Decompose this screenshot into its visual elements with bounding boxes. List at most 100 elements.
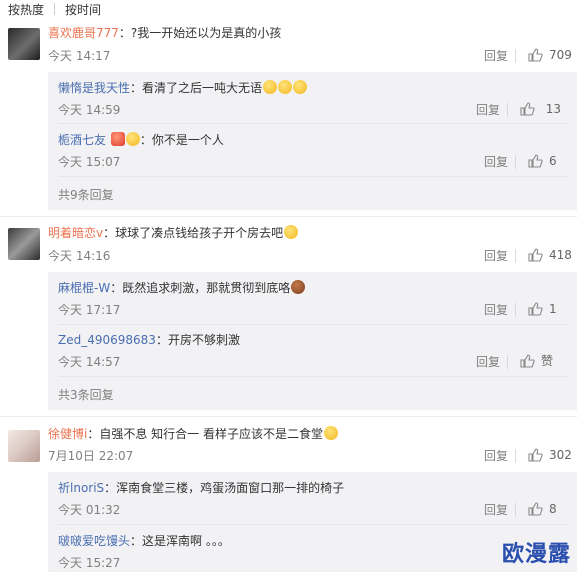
avatar[interactable] <box>8 28 40 60</box>
reply-body: 祈lnoriS：浑南食堂三楼，鸡蛋汤面窗口那一排的椅子 <box>58 480 344 496</box>
thumbs-up-icon <box>528 248 543 262</box>
comment-separator <box>0 216 577 217</box>
reply-button[interactable]: 回复 <box>484 248 508 264</box>
comment-username[interactable]: 明着暗恋v <box>48 226 103 240</box>
thumbs-up-icon <box>528 48 543 62</box>
reply-username[interactable]: 懒惰是我天性 <box>58 81 130 95</box>
avatar[interactable] <box>8 228 40 260</box>
reply-body: Zed_490698683：开房不够刺激 <box>58 332 240 348</box>
like-count: 13 <box>545 102 561 116</box>
reply-text: ：既然追求刺激，那就贯彻到底咯 <box>110 281 291 295</box>
sort-bar: 按热度 按时间 <box>0 0 577 18</box>
reply-button[interactable]: 回复 <box>476 102 500 118</box>
thumbs-up-icon <box>528 448 543 462</box>
reply-time: 今天 01:32 <box>58 503 121 517</box>
like-count: 709 <box>549 48 572 62</box>
reply-divider <box>58 524 569 525</box>
reply-button[interactable]: 回复 <box>484 302 508 318</box>
like-button[interactable]: 赞 <box>519 353 553 369</box>
reply-divider <box>58 123 569 124</box>
thumbs-up-icon <box>520 354 535 368</box>
like-count: 418 <box>549 248 572 262</box>
emoji-icon <box>284 225 299 239</box>
reply-divider <box>58 176 569 177</box>
like-count: 1 <box>549 302 557 316</box>
more-replies-link[interactable]: 共9条回复 <box>58 187 114 203</box>
reply-body: 麻棍棍-W：既然追求刺激，那就贯彻到底咯 <box>58 280 306 296</box>
like-button[interactable]: 709 <box>527 47 572 63</box>
reply-button[interactable]: 回复 <box>484 154 508 170</box>
comment-time: 今天 14:17 <box>48 49 111 63</box>
like-count: 赞 <box>541 354 554 368</box>
reply-username[interactable]: 祈lnoriS <box>58 481 104 495</box>
sort-by-hot-tab[interactable]: 按热度 <box>8 1 54 18</box>
reply-time: 今天 15:07 <box>58 155 121 169</box>
reply-body: 懒惰是我天性：看清了之后一吨大无语 <box>58 80 308 96</box>
reply-text: ：浑南食堂三楼，鸡蛋汤面窗口那一排的椅子 <box>104 481 345 495</box>
reply-username[interactable]: 麻棍棍-W <box>58 281 110 295</box>
comment-text: ：球球了凑点钱给孩子开个房去吧 <box>103 226 284 240</box>
reply-time: 今天 14:57 <box>58 355 121 369</box>
comment-body: 徐健博i：自强不息 知行合一 看样子应该不是二食堂 <box>48 426 338 442</box>
watermark: 欧漫露 <box>501 542 571 567</box>
comment-username[interactable]: 喜欢鹿哥777 <box>48 26 119 40</box>
reply-button[interactable]: 回复 <box>484 502 508 518</box>
like-button[interactable]: 13 <box>519 101 561 117</box>
emoji-icon <box>291 280 306 294</box>
reply-time: 今天 15:27 <box>58 556 121 570</box>
emoji-icon <box>263 80 278 94</box>
comment-time: 7月10日 22:07 <box>48 449 134 463</box>
like-button[interactable]: 6 <box>527 153 557 169</box>
sort-by-time-tab[interactable]: 按时间 <box>65 1 111 18</box>
reply-time: 今天 17:17 <box>58 303 121 317</box>
comment-text: ：?我一开始还以为是真的小孩 <box>118 26 282 40</box>
more-replies-link[interactable]: 共3条回复 <box>58 387 114 403</box>
emoji-icon <box>125 132 140 146</box>
like-count: 8 <box>549 502 557 516</box>
action-divider <box>515 249 516 263</box>
comment-separator <box>0 416 577 417</box>
action-divider <box>515 449 516 463</box>
reply-username[interactable]: 啵啵爱吃馒头 <box>58 534 130 548</box>
action-divider <box>515 49 516 63</box>
thumbs-up-icon <box>528 302 543 316</box>
emoji-icon <box>293 80 308 94</box>
action-divider <box>515 155 516 169</box>
action-divider <box>507 103 508 117</box>
reply-username[interactable]: Zed_490698683 <box>58 333 156 347</box>
thumbs-up-icon <box>528 502 543 516</box>
avatar[interactable] <box>8 430 40 462</box>
action-divider <box>515 303 516 317</box>
reply-time: 今天 14:59 <box>58 103 121 117</box>
reply-text: ：这是浑南啊 。。。 <box>130 534 230 548</box>
thumbs-up-icon <box>528 154 543 168</box>
emoji-icon <box>323 426 338 440</box>
emoji-icon <box>278 80 293 94</box>
reply-username[interactable]: 栀酒七友 <box>58 133 106 147</box>
reply-button[interactable]: 回复 <box>476 354 500 370</box>
action-divider <box>515 503 516 517</box>
v-badge-icon <box>110 132 125 146</box>
thumbs-up-icon <box>520 102 535 116</box>
reply-divider <box>58 376 569 377</box>
reply-button[interactable]: 回复 <box>484 448 508 464</box>
reply-divider <box>58 324 569 325</box>
comment-username[interactable]: 徐健博i <box>48 427 87 441</box>
reply-body: 啵啵爱吃馒头：这是浑南啊 。。。 <box>58 533 230 549</box>
like-count: 302 <box>549 448 572 462</box>
comment-text: ：自强不息 知行合一 看样子应该不是二食堂 <box>87 427 323 441</box>
reply-button[interactable]: 回复 <box>484 48 508 64</box>
reply-text: ：看清了之后一吨大无语 <box>130 81 263 95</box>
like-button[interactable]: 302 <box>527 447 572 463</box>
comment-time: 今天 14:16 <box>48 249 111 263</box>
comment-body: 明着暗恋v：球球了凑点钱给孩子开个房去吧 <box>48 225 299 241</box>
like-button[interactable]: 418 <box>527 247 572 263</box>
action-divider <box>507 355 508 369</box>
like-button[interactable]: 1 <box>527 301 557 317</box>
like-button[interactable]: 8 <box>527 501 557 517</box>
comment-body: 喜欢鹿哥777：?我一开始还以为是真的小孩 <box>48 25 281 41</box>
reply-body: 栀酒七友 ：你不是一个人 <box>58 132 224 148</box>
like-count: 6 <box>549 154 557 168</box>
sort-divider <box>54 3 56 15</box>
reply-text: ：你不是一个人 <box>139 133 224 147</box>
